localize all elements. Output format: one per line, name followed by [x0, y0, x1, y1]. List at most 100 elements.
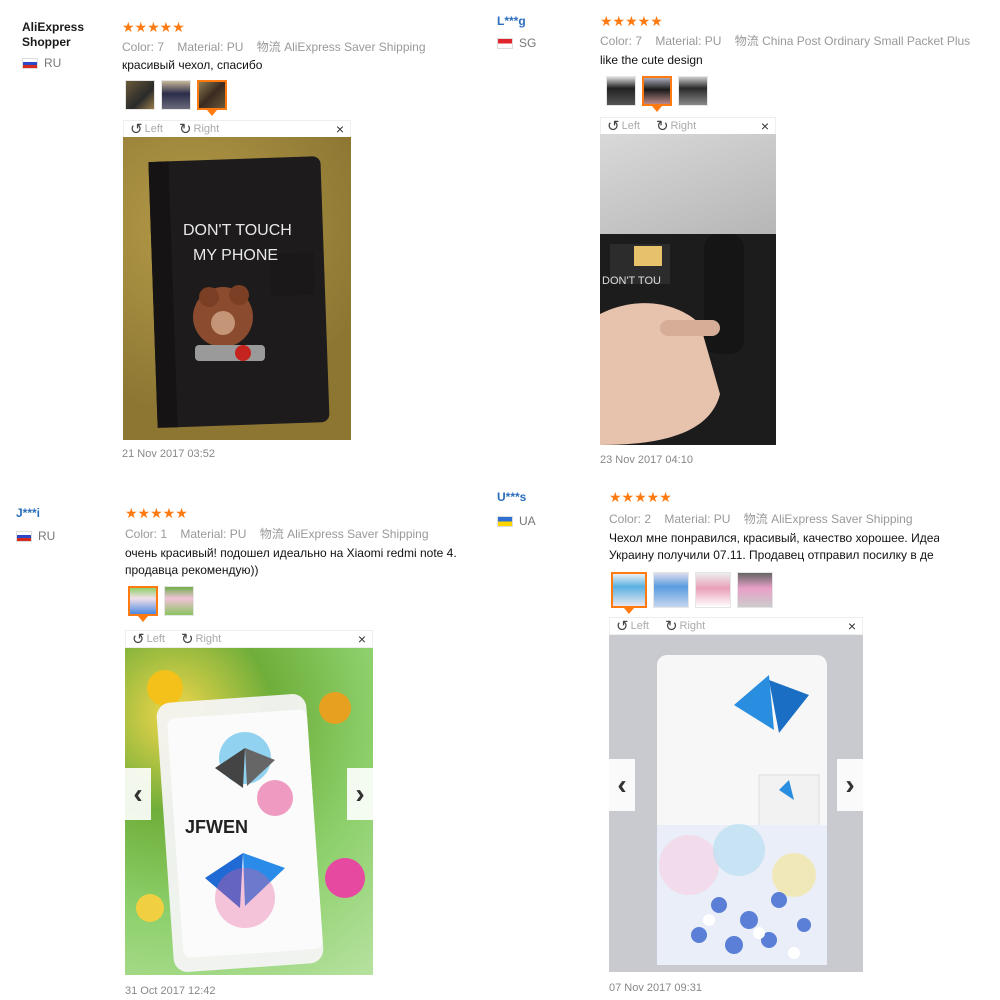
photo-thumbnail[interactable]	[695, 572, 731, 608]
material-value: PU	[226, 40, 244, 54]
close-icon[interactable]: ×	[336, 121, 344, 137]
rotate-left-button[interactable]: ↺ Left	[607, 117, 640, 135]
order-info: Color: 1 Material: PU 物流 AliExpress Save…	[125, 525, 429, 542]
order-info: Color: 2 Material: PU 物流 AliExpress Save…	[609, 510, 913, 527]
shipping-method: 物流 AliExpress Saver Shipping	[259, 527, 429, 541]
rating-stars: ★★★★★	[600, 13, 663, 29]
rotate-left-button[interactable]: ↺ Left	[132, 630, 165, 648]
next-photo-button[interactable]: ›	[347, 768, 373, 820]
review-text: Чехол мне понравился, красивый, качество…	[609, 530, 939, 564]
material-value: PU	[229, 527, 247, 541]
reviewer-name: AliExpress Shopper	[22, 20, 84, 50]
rotate-right-button[interactable]: ↻ Right	[665, 617, 705, 635]
shipping-method: 物流 AliExpress Saver Shipping	[256, 40, 426, 54]
order-info: Color: 7 Material: PU 物流 China Post Ordi…	[600, 32, 970, 49]
rotate-left-label: Left	[630, 620, 649, 632]
color-label: Color:	[609, 512, 642, 526]
country-code: UA	[519, 514, 536, 528]
phone-case-photo-svg: JFWEN	[136, 670, 365, 972]
review-card-2: L***g SG ★★★★★ Color: 7 Material: PU 物流 …	[497, 0, 1000, 500]
close-icon[interactable]: ×	[761, 118, 769, 134]
review-photo[interactable]: DON'T TOUCH MY PHONE	[123, 137, 351, 440]
close-icon[interactable]: ×	[358, 631, 366, 647]
prev-photo-button[interactable]: ‹	[609, 759, 635, 811]
review-text: красивый чехол, спасибо	[122, 58, 263, 72]
singapore-flag-icon	[497, 37, 513, 49]
close-icon[interactable]: ×	[848, 618, 856, 634]
reviewer-country: SG	[497, 36, 536, 50]
rotate-left-icon: ↺	[132, 631, 145, 648]
photo-thumbnail[interactable]	[125, 80, 155, 110]
shipping-method: 物流 AliExpress Saver Shipping	[743, 512, 913, 526]
rating-stars: ★★★★★	[125, 505, 188, 521]
review-card-3: J***i RU ★★★★★ Color: 1 Material: PU 物流 …	[0, 500, 500, 1000]
rotate-right-label: Right	[670, 120, 697, 132]
prev-photo-button[interactable]: ‹	[125, 768, 151, 820]
material-value: PU	[704, 34, 722, 48]
color-label: Color:	[125, 527, 158, 541]
reviewer-name[interactable]: L***g	[497, 14, 526, 29]
color-value: 7	[157, 40, 165, 54]
photo-thumbnail[interactable]	[737, 572, 773, 608]
rotate-right-label: Right	[195, 633, 222, 645]
photo-thumbnail-selected[interactable]	[197, 80, 227, 116]
review-photo[interactable]: JFWEN ‹ ›	[125, 648, 373, 975]
color-value: 1	[160, 527, 168, 541]
russia-flag-icon	[16, 530, 32, 542]
reviewer-country: UA	[497, 514, 536, 528]
photo-caption-line1: DON'T TOUCH	[183, 222, 292, 239]
photo-thumbnail[interactable]	[161, 80, 191, 110]
russia-flag-icon	[22, 57, 38, 69]
review-text-line1: Чехол мне понравился, красивый, качество…	[609, 531, 939, 545]
image-viewer-toolbar: ↺ Left ↻ Right ×	[609, 617, 863, 635]
rotate-left-icon: ↺	[616, 618, 629, 635]
rotate-right-icon: ↻	[655, 118, 669, 135]
review-date: 23 Nov 2017 04:10	[600, 454, 693, 466]
ukraine-flag-icon	[497, 515, 513, 527]
reviewer-name[interactable]: U***s	[497, 490, 526, 505]
review-date: 21 Nov 2017 03:52	[122, 448, 215, 460]
photo-thumbnail[interactable]	[678, 76, 708, 106]
photo-thumbnail[interactable]	[653, 572, 689, 608]
review-text-line2: продавца рекомендую))	[125, 563, 259, 577]
phone-case-photo-svg	[657, 655, 827, 965]
review-date: 07 Nov 2017 09:31	[609, 982, 702, 994]
color-value: 2	[644, 512, 652, 526]
photo-thumbnails	[125, 80, 227, 116]
reviewer-name[interactable]: J***i	[16, 506, 40, 521]
review-card-1: AliExpress Shopper RU ★★★★★ Color: 7 Mat…	[0, 0, 500, 500]
rotate-right-icon: ↻	[180, 631, 194, 648]
color-label: Color:	[122, 40, 155, 54]
rotate-left-icon: ↺	[607, 118, 620, 135]
rating-stars: ★★★★★	[122, 19, 185, 35]
review-date: 31 Oct 2017 12:42	[125, 985, 216, 997]
next-photo-button[interactable]: ›	[837, 759, 863, 811]
rotate-left-button[interactable]: ↺ Left	[616, 617, 649, 635]
material-label: Material:	[664, 512, 711, 526]
image-viewer-toolbar: ↺ Left ↻ Right ×	[600, 117, 776, 135]
reviewer-name-line1: AliExpress	[22, 20, 85, 34]
review-photo[interactable]: ‹ ›	[609, 635, 863, 972]
photo-thumbnail[interactable]	[164, 586, 194, 616]
review-text: очень красивый! подошел идеально на Xiao…	[125, 545, 457, 579]
photo-thumbnail-selected[interactable]	[642, 76, 672, 112]
rotate-right-button[interactable]: ↻ Right	[179, 120, 219, 138]
rotate-right-button[interactable]: ↻ Right	[181, 630, 221, 648]
photo-thumbnail[interactable]	[606, 76, 636, 106]
rotate-right-button[interactable]: ↻ Right	[656, 117, 696, 135]
photo-caption: DON'T TOU	[602, 275, 661, 287]
rotate-right-label: Right	[679, 620, 706, 632]
order-info: Color: 7 Material: PU 物流 AliExpress Save…	[122, 38, 426, 55]
photo-thumbnails	[128, 586, 194, 622]
photo-thumbnail-selected[interactable]	[611, 572, 647, 614]
rotate-left-label: Left	[146, 633, 165, 645]
country-code: RU	[38, 529, 56, 543]
photo-thumbnails	[606, 76, 708, 112]
color-value: 7	[635, 34, 643, 48]
rotate-left-button[interactable]: ↺ Left	[130, 120, 163, 138]
color-label: Color:	[600, 34, 633, 48]
rotate-left-label: Left	[621, 120, 640, 132]
photo-thumbnail-selected[interactable]	[128, 586, 158, 622]
review-photo[interactable]: DON'T TOU	[600, 134, 776, 445]
rotate-right-icon: ↻	[664, 618, 678, 635]
